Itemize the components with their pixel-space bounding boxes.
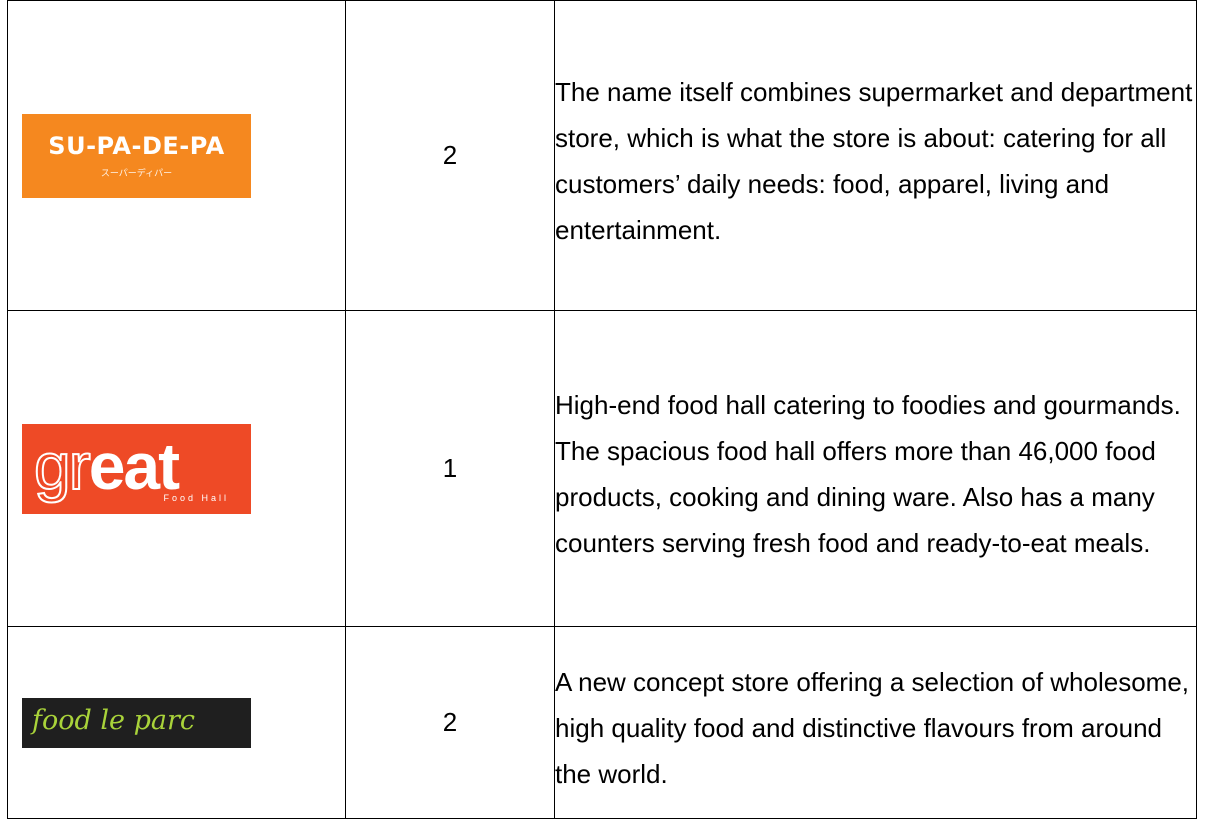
logo-text: SU-PA-DE-PA xyxy=(48,131,225,160)
food-le-parc-logo-icon: food le parc xyxy=(22,697,251,748)
logo-text: food le parc xyxy=(32,704,195,736)
table-row: SU-PA-DE-PA スーパーディパー 2 The name itself c… xyxy=(7,0,1197,311)
description-cell: The name itself combines supermarket and… xyxy=(554,0,1197,311)
logo-text-prefix: gr xyxy=(33,428,92,504)
logo-wordmark: great xyxy=(33,426,180,506)
table-row: great Food Hall 1 High-end food hall cat… xyxy=(7,310,1197,627)
logo-cell: great Food Hall xyxy=(7,310,346,627)
logo-text-suffix: eat xyxy=(88,428,180,503)
logo-cell: SU-PA-DE-PA スーパーディパー xyxy=(7,0,346,311)
description-cell: High-end food hall catering to foodies a… xyxy=(554,310,1197,627)
supadepa-logo-icon: SU-PA-DE-PA スーパーディパー xyxy=(22,113,251,198)
number-cell: 2 xyxy=(345,0,555,311)
great-food-hall-logo-icon: great Food Hall xyxy=(22,423,251,514)
logo-subtext: スーパーディパー xyxy=(100,167,173,178)
number-cell: 1 xyxy=(345,310,555,627)
logo-subtext: Food Hall xyxy=(163,492,229,503)
store-table: SU-PA-DE-PA スーパーディパー 2 The name itself c… xyxy=(7,0,1197,819)
